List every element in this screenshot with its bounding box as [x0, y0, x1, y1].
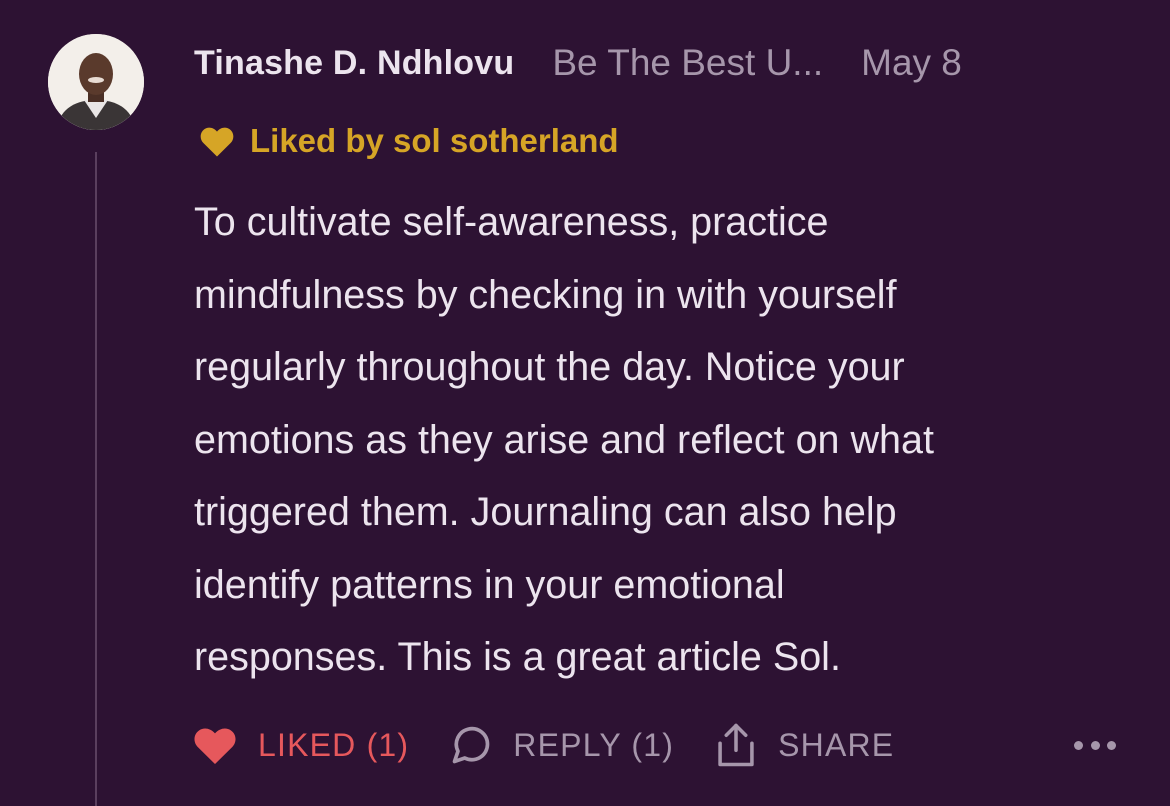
comment-body-line: regularly throughout the day. Notice you…	[194, 345, 905, 389]
share-button[interactable]: SHARE	[716, 722, 894, 768]
like-button[interactable]: LIKED (1)	[192, 725, 409, 765]
liked-by-badge: Liked by sol sotherland	[198, 118, 619, 164]
comment-body-line: To cultivate self-awareness, practice	[194, 200, 829, 244]
comment-body-line: emotions as they arise and reflect on wh…	[194, 417, 934, 462]
comment-actions: LIKED (1) REPLY (1) SHARE	[192, 716, 894, 774]
heart-icon	[198, 124, 236, 158]
like-label: LIKED (1)	[258, 726, 410, 763]
comment-body-line: identify patterns in your emotional	[194, 562, 785, 607]
liked-by-text: Liked by sol sotherland	[250, 122, 619, 159]
comment-card: Tinashe D. Ndhlovu Be The Best U... May …	[0, 0, 1170, 806]
more-dot	[1090, 740, 1100, 750]
heart-filled-icon	[192, 725, 238, 765]
more-dot	[1107, 740, 1116, 750]
comment-header: Tinashe D. Ndhlovu Be The Best U... May …	[194, 38, 962, 88]
author-avatar[interactable]	[48, 34, 144, 130]
author-name[interactable]: Tinashe D. Ndhlovu	[194, 44, 514, 83]
more-dot	[1074, 740, 1083, 750]
comment-body-line: triggered them. Journaling can also help	[194, 490, 897, 534]
more-horizontal-icon[interactable]	[1074, 728, 1116, 762]
comment-body: To cultivate self-awareness, practice mi…	[194, 186, 1094, 694]
publication-name[interactable]: Be The Best U...	[552, 42, 823, 84]
speech-bubble-icon	[449, 723, 493, 767]
reply-label: REPLY (1)	[513, 726, 675, 763]
reply-button[interactable]: REPLY (1)	[449, 723, 674, 767]
avatar-image	[48, 34, 144, 130]
comment-body-line: responses. This is a great article Sol.	[194, 635, 841, 679]
comment-date[interactable]: May 8	[861, 42, 962, 84]
share-label: SHARE	[778, 726, 895, 763]
share-upload-icon	[716, 722, 756, 768]
thread-line	[95, 152, 97, 806]
comment-body-line: mindfulness by checking in with yourself	[194, 272, 897, 317]
